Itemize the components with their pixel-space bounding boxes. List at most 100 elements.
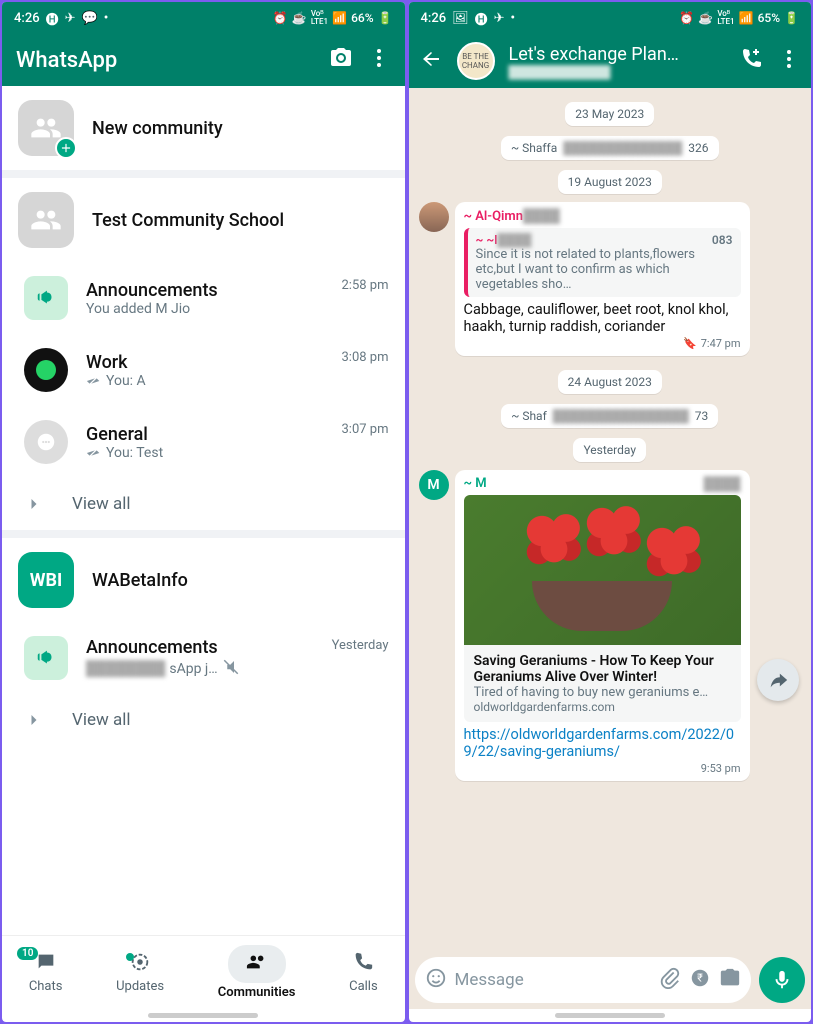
channel-preview: sApp j… xyxy=(169,661,217,677)
system-message: ~ Shaf████████████████73 xyxy=(501,404,718,428)
channel-name: Announcements xyxy=(86,280,324,301)
channel-name: Announcements xyxy=(86,637,314,658)
community-name: WABetaInfo xyxy=(92,570,389,591)
date-chip: 24 August 2023 xyxy=(558,370,662,394)
quoted-message[interactable]: ~ ~l████083 Since it is not related to p… xyxy=(464,228,741,297)
new-community-label: New community xyxy=(92,118,389,139)
link-domain: oldworldgardenfarms.com xyxy=(474,700,731,714)
coffee-icon: ☕ xyxy=(698,11,713,25)
coffee-icon: ☕ xyxy=(292,11,307,25)
input-bar: Message ₹ xyxy=(409,951,812,1009)
link-preview[interactable]: Saving Geraniums - How To Keep Your Gera… xyxy=(464,495,741,722)
battery-icon: 🔋 xyxy=(378,11,393,25)
community-name: Test Community School xyxy=(92,210,389,231)
channel-work[interactable]: Work You: A 3:08 pm xyxy=(2,334,405,406)
message-time: 7:47 pm xyxy=(701,337,741,350)
app-title: WhatsApp xyxy=(16,48,315,73)
date-chip: 19 August 2023 xyxy=(558,170,662,194)
new-community-row[interactable]: New community xyxy=(2,86,405,178)
link-image xyxy=(464,495,741,645)
channel-time: 3:08 pm xyxy=(342,350,389,365)
nav-label: Calls xyxy=(349,979,378,994)
chat-scroll[interactable]: 23 May 2023 ~ Shaffa██████████████326 19… xyxy=(409,88,812,951)
chevron-right-icon xyxy=(24,494,44,514)
gesture-handle xyxy=(148,1013,258,1018)
message-time: 9:53 pm xyxy=(464,762,741,775)
gesture-handle xyxy=(555,1013,665,1018)
alarm-icon: ⏰ xyxy=(679,11,694,25)
mic-button[interactable] xyxy=(759,957,805,1003)
double-check-icon xyxy=(86,447,102,459)
blurred-preview: ████████ xyxy=(86,660,165,677)
bubble-avatar xyxy=(24,420,68,464)
menu-icon[interactable] xyxy=(367,46,391,74)
group-avatar[interactable] xyxy=(457,42,495,80)
quote-tail: 083 xyxy=(712,233,733,247)
clock: 4:26 xyxy=(14,11,40,26)
system-message: ~ Shaffa██████████████326 xyxy=(501,136,719,160)
date-chip: Yesterday xyxy=(573,438,646,462)
battery-text: 65% xyxy=(758,11,780,25)
input-placeholder: Message xyxy=(455,970,652,990)
message-icon: 💬 xyxy=(82,11,98,26)
left-phone: 4:26 🅗 ✈ 💬 • ⏰ ☕ VoᴮLTE1 📶 66% 🔋 WhatsAp… xyxy=(2,2,405,1022)
message-input[interactable]: Message ₹ xyxy=(415,957,752,1003)
sender-name: ~ Al-Qimn xyxy=(464,209,523,224)
camera-icon[interactable] xyxy=(719,967,741,993)
view-all-label: View all xyxy=(72,710,130,730)
channel-preview: You: Test xyxy=(106,445,163,461)
nav-label: Communities xyxy=(218,985,296,1000)
nav-updates[interactable]: Updates xyxy=(116,951,164,994)
channel-announcements[interactable]: Announcements You added M Jio 2:58 pm xyxy=(2,262,405,334)
megaphone-icon xyxy=(24,276,68,320)
message-bubble-link[interactable]: M ~ M████ Saving Geraniums - How To Keep… xyxy=(455,470,750,781)
chat-title[interactable]: Let's exchange Plan… xyxy=(509,44,726,65)
channel-general[interactable]: General You: Test 3:07 pm xyxy=(2,406,405,478)
community-list[interactable]: New community Test Community School Anno… xyxy=(2,86,405,935)
nav-chats[interactable]: 10 Chats xyxy=(29,951,63,994)
camera-icon[interactable] xyxy=(329,46,353,74)
signal-icon: 📶 xyxy=(332,11,347,25)
sender-avatar xyxy=(419,202,449,232)
community-header[interactable]: Test Community School xyxy=(2,178,405,262)
back-icon[interactable] xyxy=(419,47,443,75)
whatsapp-avatar xyxy=(24,348,68,392)
menu-icon[interactable] xyxy=(777,47,801,75)
attach-icon[interactable] xyxy=(659,967,681,993)
view-all-button[interactable]: View all xyxy=(2,478,405,538)
message-bubble[interactable]: ~ Al-Qimn████ ~ ~l████083 Since it is no… xyxy=(455,202,750,356)
rupee-icon[interactable]: ₹ xyxy=(689,967,711,993)
link-description: Tired of having to buy new geraniums e… xyxy=(474,685,731,700)
emoji-icon[interactable] xyxy=(425,967,447,993)
share-fab[interactable] xyxy=(757,659,799,701)
nav-label: Updates xyxy=(116,979,164,994)
community-icon xyxy=(18,100,74,156)
telegram-icon: ✈ xyxy=(494,11,505,26)
more-dot-icon: • xyxy=(104,11,109,26)
add-call-icon[interactable] xyxy=(739,47,763,75)
channel-name: Work xyxy=(86,352,324,373)
alarm-icon: ⏰ xyxy=(273,11,288,25)
link-title: Saving Geraniums - How To Keep Your Gera… xyxy=(474,653,731,685)
battery-icon: 🔋 xyxy=(784,11,799,25)
battery-text: 66% xyxy=(351,11,373,25)
sender-name: ~ M xyxy=(464,476,487,491)
channel-wbi-announcements[interactable]: Announcements ████████ sApp j… Yesterday xyxy=(2,622,405,694)
view-all-button[interactable]: View all xyxy=(2,694,405,746)
double-check-icon xyxy=(86,375,102,387)
more-dot-icon: • xyxy=(511,11,516,26)
channel-preview: You: A xyxy=(106,373,146,389)
clock: 4:26 xyxy=(421,11,447,26)
message-url[interactable]: https://oldworldgardenfarms.com/2022/09/… xyxy=(464,726,741,760)
nav-communities[interactable]: Communities xyxy=(218,945,296,1000)
community-avatar xyxy=(18,192,74,248)
community-wabetainfo[interactable]: WBI WABetaInfo xyxy=(2,538,405,622)
chats-badge: 10 xyxy=(17,947,38,960)
lte-icon: VoᴮLTE1 xyxy=(717,10,734,26)
sender-avatar: M xyxy=(419,470,449,500)
telegram-icon: ✈ xyxy=(65,11,76,26)
chevron-right-icon xyxy=(24,710,44,730)
nav-calls[interactable]: Calls xyxy=(349,951,378,994)
channel-name: General xyxy=(86,424,324,445)
bookmark-icon: 🔖 xyxy=(683,337,697,350)
